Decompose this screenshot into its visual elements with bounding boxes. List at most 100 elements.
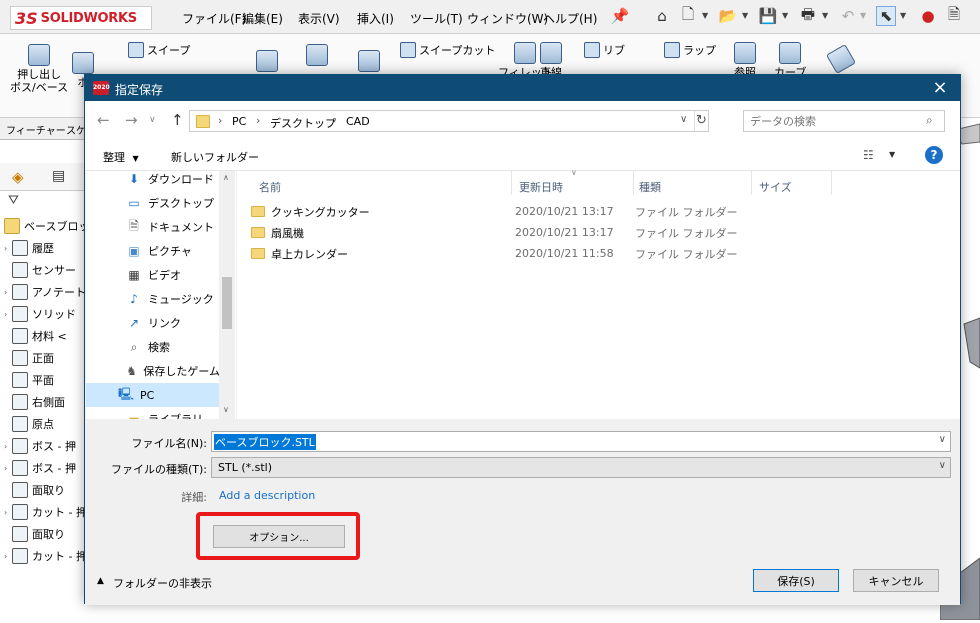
file-row[interactable]: 卓上カレンダー 2020/10/21 11:58 ファイル フォルダー: [251, 243, 951, 264]
nav-item[interactable]: 🗎 ドキュメント: [86, 215, 220, 239]
tree-item[interactable]: › ボス - 押: [0, 457, 90, 479]
tree-item[interactable]: 平面: [0, 369, 90, 391]
nav-item[interactable]: ↗ リンク: [86, 311, 220, 335]
address-dropdown-icon[interactable]: ∨: [680, 114, 687, 125]
hole-wizard-icon[interactable]: [306, 44, 328, 66]
undo-icon[interactable]: ↶: [838, 6, 858, 26]
instant3d-ruler-icon[interactable]: [825, 43, 857, 75]
tree-item[interactable]: 材料 <: [0, 325, 90, 347]
file-properties-icon[interactable]: 🗎: [944, 5, 964, 26]
home-icon[interactable]: ⌂: [652, 6, 672, 26]
tree-item[interactable]: › アノテート: [0, 281, 90, 303]
column-name[interactable]: 名前: [259, 179, 281, 195]
revolved-cut-icon[interactable]: [358, 50, 380, 72]
tree-item[interactable]: 正面: [0, 347, 90, 369]
expand-arrow-icon[interactable]: ›: [0, 464, 12, 473]
breadcrumb-desktop[interactable]: デスクトップ: [270, 115, 336, 131]
undo-dropdown-icon[interactable]: ▼: [860, 11, 866, 20]
menu-window[interactable]: ウィンドウ(W): [467, 10, 548, 27]
tree-item[interactable]: 面取り: [0, 523, 90, 545]
menu-file[interactable]: ファイル(F): [182, 10, 246, 27]
hide-folders-chevron-icon[interactable]: ▲: [97, 576, 104, 586]
scroll-down-icon[interactable]: ∨: [223, 405, 229, 414]
new-document-icon[interactable]: 🗋: [678, 5, 698, 26]
wrap-button[interactable]: ラップ: [664, 42, 716, 58]
expand-arrow-icon[interactable]: ›: [0, 288, 12, 297]
file-row[interactable]: クッキングカッター 2020/10/21 13:17 ファイル フォルダー: [251, 201, 951, 222]
up-icon[interactable]: ↑: [171, 111, 184, 129]
file-row[interactable]: 扇風機 2020/10/21 13:17 ファイル フォルダー: [251, 222, 951, 243]
rib-button[interactable]: リブ: [584, 42, 625, 58]
nav-item[interactable]: ▬ ライブラリ: [86, 407, 220, 419]
menu-view[interactable]: 表示(V): [298, 10, 340, 27]
menu-tools[interactable]: ツール(T): [410, 10, 463, 27]
open-folder-icon[interactable]: 📂: [718, 6, 738, 26]
nav-item[interactable]: ▭ デスクトップ: [86, 191, 220, 215]
select-dropdown-icon[interactable]: ▼: [900, 11, 906, 20]
tree-item[interactable]: › 履歴: [0, 237, 90, 259]
tab-features[interactable]: フィーチャー: [6, 122, 66, 137]
cancel-button[interactable]: キャンセル: [853, 569, 939, 592]
print-icon[interactable]: 🖶: [798, 5, 818, 26]
add-description-link[interactable]: Add a description: [219, 489, 315, 502]
ribbon-feature-icon[interactable]: [256, 50, 278, 72]
breadcrumb-pc[interactable]: PC: [232, 115, 246, 128]
nav-item[interactable]: ⌕ 検索: [86, 335, 220, 359]
address-bar[interactable]: › PC › デスクトップ › CAD ∨ ↻: [189, 110, 709, 132]
tree-item[interactable]: › ボス - 押: [0, 435, 90, 457]
nav-item[interactable]: 🖳 PC: [86, 383, 220, 407]
tree-item[interactable]: 面取り: [0, 479, 90, 501]
refresh-icon[interactable]: ↻: [696, 113, 707, 128]
dialog-titlebar[interactable]: 2020 指定保存 ×: [85, 75, 960, 101]
menu-edit[interactable]: 編集(E): [242, 10, 283, 27]
save-icon[interactable]: 💾: [758, 6, 778, 26]
tree-item[interactable]: 原点: [0, 413, 90, 435]
open-dropdown-icon[interactable]: ▼: [742, 11, 748, 20]
forward-icon[interactable]: →: [125, 111, 138, 129]
tree-root[interactable]: ベースブロック: [0, 215, 90, 237]
scroll-thumb[interactable]: [222, 277, 232, 329]
nav-item[interactable]: ♪ ミュージック: [86, 287, 220, 311]
help-icon[interactable]: ?: [925, 146, 943, 164]
print-dropdown-icon[interactable]: ▼: [822, 11, 828, 20]
expand-arrow-icon[interactable]: ›: [0, 442, 12, 451]
select-cursor-icon[interactable]: ⬉: [876, 6, 896, 26]
column-size[interactable]: サイズ: [759, 179, 792, 195]
expand-arrow-icon[interactable]: ›: [0, 508, 12, 517]
save-button[interactable]: 保存(S): [753, 569, 839, 592]
new-folder-button[interactable]: 新しいフォルダー: [171, 149, 259, 165]
expand-arrow-icon[interactable]: ›: [0, 552, 12, 561]
expand-arrow-icon[interactable]: ›: [0, 244, 12, 253]
solidworks-logo[interactable]: 3S SOLIDWORKS: [10, 6, 152, 30]
filetype-dropdown-icon[interactable]: ∨: [939, 460, 946, 471]
nav-item[interactable]: ▦ ビデオ: [86, 263, 220, 287]
filename-input[interactable]: ベースブロック.STL ∨: [211, 431, 951, 452]
tree-item[interactable]: センサー: [0, 259, 90, 281]
back-icon[interactable]: ←: [97, 111, 110, 129]
navigation-scrollbar[interactable]: ∧ ∨: [219, 171, 235, 419]
search-icon[interactable]: ⌕: [926, 113, 933, 128]
menu-insert[interactable]: 挿入(I): [357, 10, 394, 27]
extrude-boss-button[interactable]: 押し出し ボス/ベース: [10, 44, 68, 94]
tab-sketch[interactable]: スケ: [66, 122, 86, 137]
nav-item[interactable]: ♞ 保存したゲーム: [86, 359, 220, 383]
property-manager-icon[interactable]: ▤: [52, 168, 65, 184]
tree-item[interactable]: › カット - 押: [0, 501, 90, 523]
filter-icon[interactable]: ⛛: [8, 193, 19, 208]
nav-item[interactable]: ▣ ピクチャ: [86, 239, 220, 263]
tree-item[interactable]: › カット - 押: [0, 545, 90, 567]
tree-item[interactable]: › ソリッド: [0, 303, 90, 325]
sweep-button[interactable]: スイープ: [128, 42, 190, 58]
rebuild-traffic-light-icon[interactable]: ●: [918, 6, 938, 26]
nav-item[interactable]: ⬇ ダウンロード: [86, 171, 220, 191]
recent-locations-icon[interactable]: ∨: [149, 115, 156, 125]
pin-icon[interactable]: 📌: [610, 6, 630, 26]
menu-help[interactable]: ヘルプ(H): [543, 10, 597, 27]
column-type[interactable]: 種類: [639, 179, 661, 195]
search-box[interactable]: ⌕: [743, 110, 945, 132]
sweep-cut-button[interactable]: スイープカット: [400, 42, 495, 58]
filename-dropdown-icon[interactable]: ∨: [939, 434, 946, 445]
column-date[interactable]: 更新日時: [519, 179, 563, 195]
hide-folders-button[interactable]: フォルダーの非表示: [113, 575, 212, 591]
save-dropdown-icon[interactable]: ▼: [782, 11, 788, 20]
